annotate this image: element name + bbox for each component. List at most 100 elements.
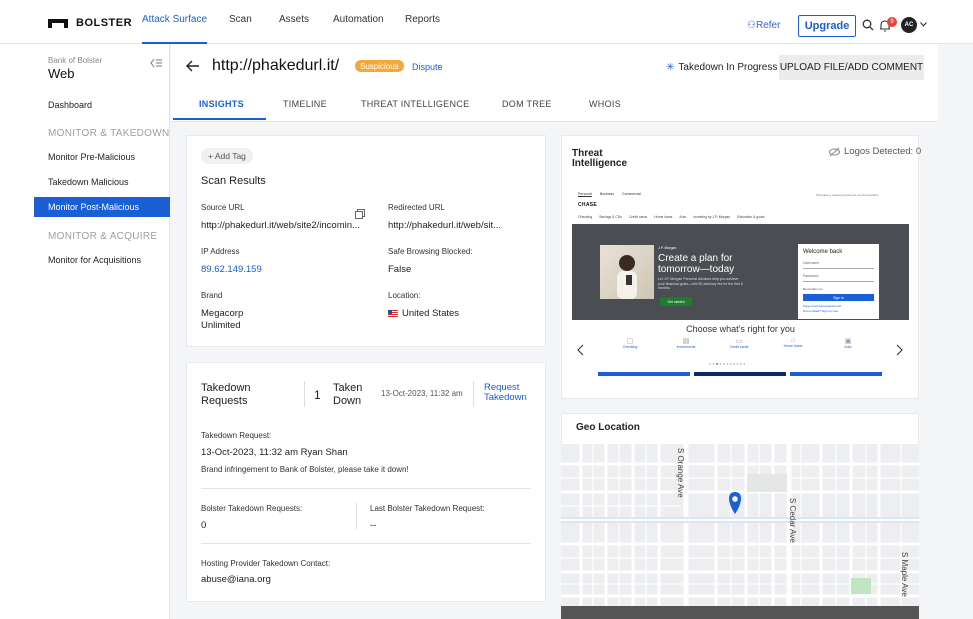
redirected-url-value: http://phakedurl.it/web/sit... bbox=[388, 220, 502, 231]
chase-top-right: Schedule a meeting Customer service Espa… bbox=[816, 193, 879, 197]
divider bbox=[473, 381, 474, 407]
chase-menu-item: Checking bbox=[578, 215, 593, 219]
hosting-contact-value: abuse@iana.org bbox=[201, 574, 271, 585]
chase-tab: Business bbox=[599, 192, 615, 196]
spinner-icon: ✳ bbox=[666, 62, 675, 73]
chase-menu-item: Home loans bbox=[654, 215, 673, 219]
divider bbox=[304, 381, 305, 407]
chevron-down-icon[interactable] bbox=[920, 22, 927, 27]
ip-address-label: IP Address bbox=[201, 247, 240, 256]
safe-browsing-value: False bbox=[388, 264, 412, 275]
location-label: Location: bbox=[388, 291, 421, 300]
chase-menu: Checking Savings & CDs Credit cards Home… bbox=[578, 215, 765, 219]
logos-detected: Logos Detected: 0 bbox=[829, 146, 921, 157]
chase-username: Username bbox=[803, 261, 874, 269]
taken-down-line2: Down bbox=[333, 395, 362, 407]
map[interactable]: S Orange Ave S Cedar Ave S Maple Ave bbox=[561, 444, 919, 619]
brand-name: BOLSTER bbox=[76, 17, 133, 29]
chase-cat-label: Home loans bbox=[783, 344, 803, 348]
chase-signin: Sign in bbox=[803, 294, 874, 301]
refer-link[interactable]: ⚇Refer bbox=[747, 20, 780, 31]
nav-reports[interactable]: Reports bbox=[405, 14, 440, 44]
divider bbox=[201, 543, 531, 544]
avatar[interactable]: AC bbox=[901, 17, 917, 33]
last-takedown-value: -- bbox=[370, 520, 377, 531]
carousel-dots: ●●●●●●●●●●● bbox=[709, 361, 747, 366]
refer-label: Refer bbox=[755, 20, 781, 31]
street-label: S Orange Ave bbox=[676, 448, 685, 498]
dispute-link[interactable]: Dispute bbox=[412, 62, 443, 72]
tab-threat-intelligence[interactable]: THREAT INTELLIGENCE bbox=[361, 99, 469, 109]
bolster-takedown-value: 0 bbox=[201, 520, 207, 531]
upgrade-button[interactable]: Upgrade bbox=[798, 15, 856, 37]
scan-results-title: Scan Results bbox=[201, 175, 266, 187]
sidebar-section-monitor-acquire: MONITOR & ACQUIRE bbox=[48, 231, 158, 242]
chase-menu-item: Auto bbox=[679, 215, 687, 219]
takedown-count: 1 bbox=[314, 388, 321, 402]
chevron-right-icon bbox=[896, 344, 903, 356]
copy-icon[interactable] bbox=[355, 209, 365, 219]
chase-cat: ▭ Credit cards bbox=[729, 338, 749, 349]
chase-welcome: Welcome back bbox=[803, 249, 843, 255]
chase-cat-label: Checking bbox=[622, 345, 638, 349]
source-url-label: Source URL bbox=[201, 203, 245, 212]
add-tag-button[interactable]: + Add Tag bbox=[201, 148, 253, 164]
chase-password: Password bbox=[803, 274, 874, 282]
site-screenshot: Personal Business Commercial Schedule a … bbox=[572, 187, 909, 383]
eye-off-icon bbox=[829, 147, 840, 156]
threat-title-line2: Intelligence bbox=[572, 158, 628, 169]
tab-whois[interactable]: WHOIS bbox=[589, 99, 621, 109]
status-badge: Suspicious bbox=[355, 60, 404, 72]
chase-top-tabs: Personal Business Commercial bbox=[578, 192, 641, 196]
location-text: United States bbox=[402, 308, 460, 319]
upload-file-button[interactable]: UPLOAD FILE/ADD COMMENT bbox=[779, 55, 924, 80]
chase-not-enrolled: Not enrolled? Sign up now bbox=[803, 309, 839, 313]
street-label: S Maple Ave bbox=[900, 552, 909, 597]
takedown-status-label: Takedown In Progress bbox=[678, 62, 778, 73]
collapse-sidebar-icon[interactable] bbox=[150, 58, 162, 68]
sidebar-item-monitor-pre-malicious[interactable]: Monitor Pre-Malicious bbox=[48, 152, 135, 162]
sidebar-item-dashboard[interactable]: Dashboard bbox=[48, 100, 92, 110]
chase-cat: ▣ Auto bbox=[844, 338, 852, 349]
nav-scan[interactable]: Scan bbox=[229, 14, 252, 44]
takedown-request-label: Takedown Request: bbox=[201, 431, 272, 440]
nav-attack-surface[interactable]: Attack Surface bbox=[142, 14, 208, 44]
ip-address-link[interactable]: 89.62.149.159 bbox=[201, 264, 262, 275]
notification-badge: 9 bbox=[887, 17, 897, 27]
takedown-date: 13-Oct-2023, 11:32 am bbox=[381, 389, 463, 398]
takedown-status: ✳ Takedown In Progress bbox=[666, 62, 777, 73]
brand-value-line2: Unlimited bbox=[201, 320, 241, 331]
sidebar-item-takedown-malicious[interactable]: Takedown Malicious bbox=[48, 177, 129, 187]
tab-timeline[interactable]: TIMELINE bbox=[283, 99, 327, 109]
location-value: United States bbox=[388, 308, 459, 319]
sidebar-item-monitor-acquisitions[interactable]: Monitor for Acquisitions bbox=[48, 255, 141, 265]
taken-down-line1: Taken bbox=[333, 382, 363, 394]
person-image bbox=[617, 255, 637, 299]
request-takedown-line2[interactable]: Takedown bbox=[484, 392, 527, 403]
back-arrow-icon[interactable] bbox=[186, 60, 200, 72]
tab-dom-tree[interactable]: DOM TREE bbox=[502, 99, 552, 109]
bolster-logo[interactable]: BOLSTER bbox=[48, 17, 132, 29]
sidebar-item-monitor-post-malicious[interactable]: Monitor Post-Malicious bbox=[34, 197, 170, 217]
nav-automation[interactable]: Automation bbox=[333, 14, 384, 44]
takedown-title-line1: Takedown bbox=[201, 382, 251, 394]
user-icon: ⚇ bbox=[747, 20, 756, 31]
chase-tab: Personal bbox=[578, 192, 592, 196]
chase-cat-label: Credit cards bbox=[729, 345, 749, 349]
takedown-title-line2: Requests bbox=[201, 395, 248, 407]
chase-headline-1: Create a plan for bbox=[658, 253, 733, 264]
nav-assets[interactable]: Assets bbox=[279, 14, 309, 44]
takedown-request-text: Brand infringement to Bank of Bolster, p… bbox=[201, 465, 409, 474]
org-name: Bank of Bolster bbox=[48, 56, 103, 65]
chevron-left-icon bbox=[577, 344, 584, 356]
chase-menu-item: Savings & CDs bbox=[599, 215, 622, 219]
chase-bar bbox=[598, 372, 690, 376]
hosting-contact-label: Hosting Provider Takedown Contact: bbox=[201, 559, 331, 568]
takedown-request-meta: 13-Oct-2023, 11:32 am Ryan Shan bbox=[201, 447, 348, 458]
chase-get-started: Get started bbox=[660, 297, 692, 306]
search-icon[interactable] bbox=[862, 19, 874, 31]
divider bbox=[356, 503, 357, 529]
tab-insights[interactable]: INSIGHTS bbox=[199, 99, 244, 109]
chase-menu-item: Credit cards bbox=[628, 215, 648, 219]
logos-detected-text: Logos Detected: 0 bbox=[844, 146, 922, 157]
